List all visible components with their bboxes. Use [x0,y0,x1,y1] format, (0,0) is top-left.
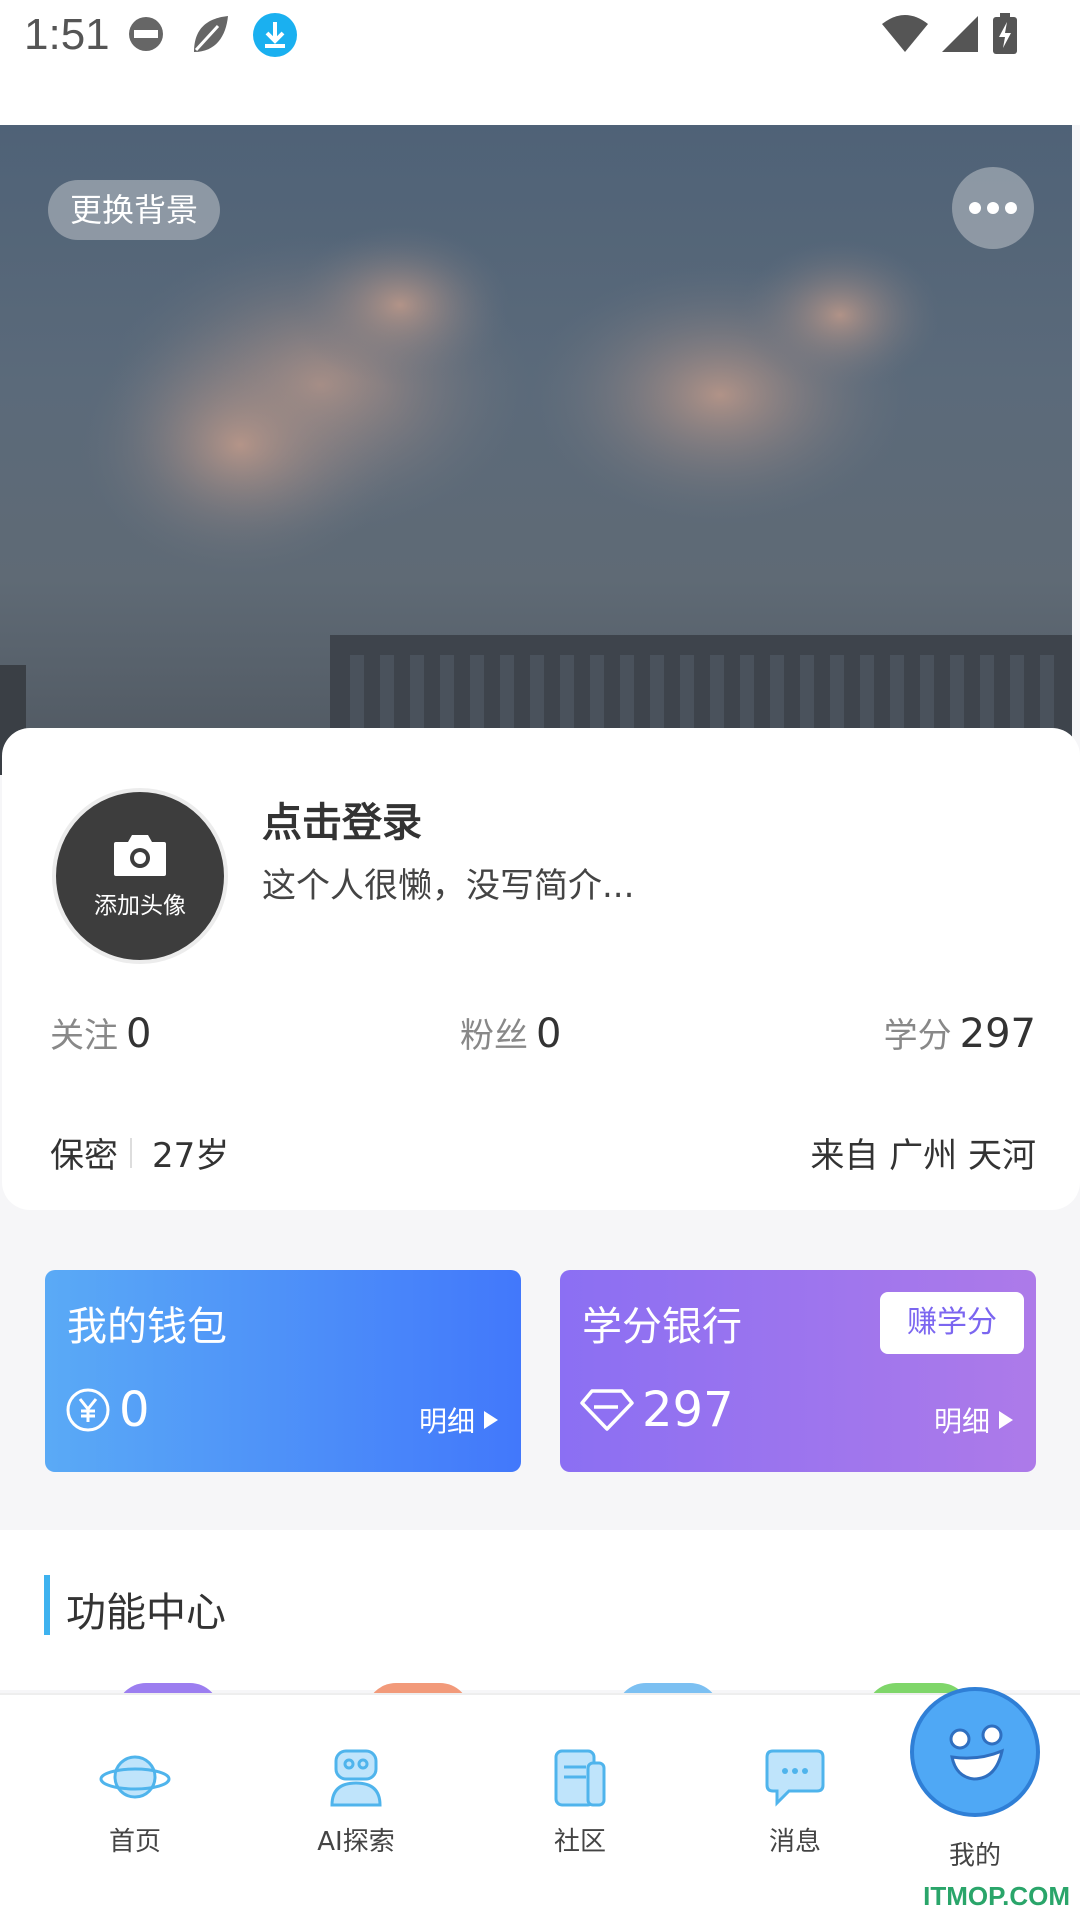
add-avatar-button[interactable]: 添加头像 [52,788,228,964]
tab-messages[interactable]: 消息 [715,1745,875,1858]
me-face-badge [910,1687,1040,1817]
fans-label: 粉丝 [460,1016,528,1056]
tab-messages-label: 消息 [768,1827,821,1857]
watermark: ITMOP.COM [923,1881,1070,1911]
change-background-button[interactable]: 更换背景 [48,180,221,240]
avatar-label: 添加头像 [94,893,186,919]
bottom-tab-bar: 首页 AI探索 社区 消息 我的 [0,1687,1080,1920]
signal-icon [940,14,980,58]
function-center: 功能中心 [0,1530,1080,1713]
follow-stat[interactable]: 关注 0 [50,1008,151,1057]
fans-count: 0 [536,1011,562,1057]
wifi-icon [880,14,930,58]
tab-me-label: 我的 [948,1841,1001,1871]
triangle-right-icon [484,1411,498,1429]
status-bar: 1:51 [0,0,1080,125]
tab-me[interactable]: 我的 [910,1687,1040,1872]
credits-count: 297 [959,1011,1036,1057]
divider [130,1137,132,1168]
credits-stat[interactable]: 学分 297 [884,1008,1036,1057]
wallet-value: 0 [119,1382,150,1438]
gender-text: 保密 [50,1136,118,1176]
follow-label: 关注 [50,1016,118,1056]
more-dots-icon [969,202,1017,214]
follow-count: 0 [126,1011,152,1057]
leaf-icon [188,12,232,60]
function-center-title: 功能中心 [66,1590,226,1636]
location-text: 来自 广州 天河 [810,1136,1036,1176]
profile-card: 添加头像 点击登录 这个人很懒，没写简介... 关注 0 粉丝 0 学分 297 保密… [2,728,1080,1210]
planet-icon [99,1755,171,1799]
tab-home-label: 首页 [108,1827,161,1857]
credit-bank-detail-link[interactable]: 明细 [934,1400,1014,1440]
chat-bubble-icon [765,1749,825,1807]
credit-bank-value: 297 [642,1382,734,1438]
bio-text: 这个人很懒，没写简介... [262,866,635,906]
yuan-icon [66,1388,110,1432]
tab-community[interactable]: 社区 [500,1745,660,1858]
wallet-balance: 0 [65,1382,150,1438]
gender-age-row: 保密 27岁 [50,1128,229,1177]
download-icon [252,12,298,62]
wallet-card[interactable]: 我的钱包 0 明细 [45,1270,521,1472]
age-text: 27岁 [152,1136,230,1176]
fans-stat[interactable]: 粉丝 0 [460,1008,561,1057]
tab-ai-explore[interactable]: AI探索 [276,1745,436,1858]
credits-label: 学分 [883,1016,952,1056]
credit-bank-balance: 297 [580,1382,734,1438]
battery-icon [990,12,1020,60]
login-link[interactable]: 点击登录 [262,790,422,848]
more-options-button[interactable] [952,167,1034,249]
section-accent-bar [44,1575,50,1635]
wallet-title: 我的钱包 [67,1304,227,1350]
tab-home[interactable]: 首页 [55,1745,215,1858]
tab-ai-explore-label: AI探索 [317,1827,395,1857]
earn-credits-button[interactable]: 赚学分 [880,1292,1024,1354]
credit-bank-card[interactable]: 学分银行 赚学分 297 明细 [560,1270,1036,1472]
document-icon [554,1749,606,1807]
triangle-right-icon [999,1411,1013,1429]
smiley-face-icon [949,1724,1005,1781]
wallet-detail-link[interactable]: 明细 [419,1400,499,1440]
camera-icon [114,835,166,876]
credit-bank-title: 学分银行 [582,1304,742,1350]
profile-background[interactable]: 更换背景 [0,125,1072,775]
credit-bank-detail-label: 明细 [933,1405,990,1438]
diamond-icon [580,1389,634,1431]
wallet-detail-label: 明细 [418,1405,475,1438]
robot-icon [330,1749,382,1807]
status-time: 1:51 [24,10,110,59]
notification-circle-icon [126,12,166,60]
tab-community-label: 社区 [553,1827,606,1857]
